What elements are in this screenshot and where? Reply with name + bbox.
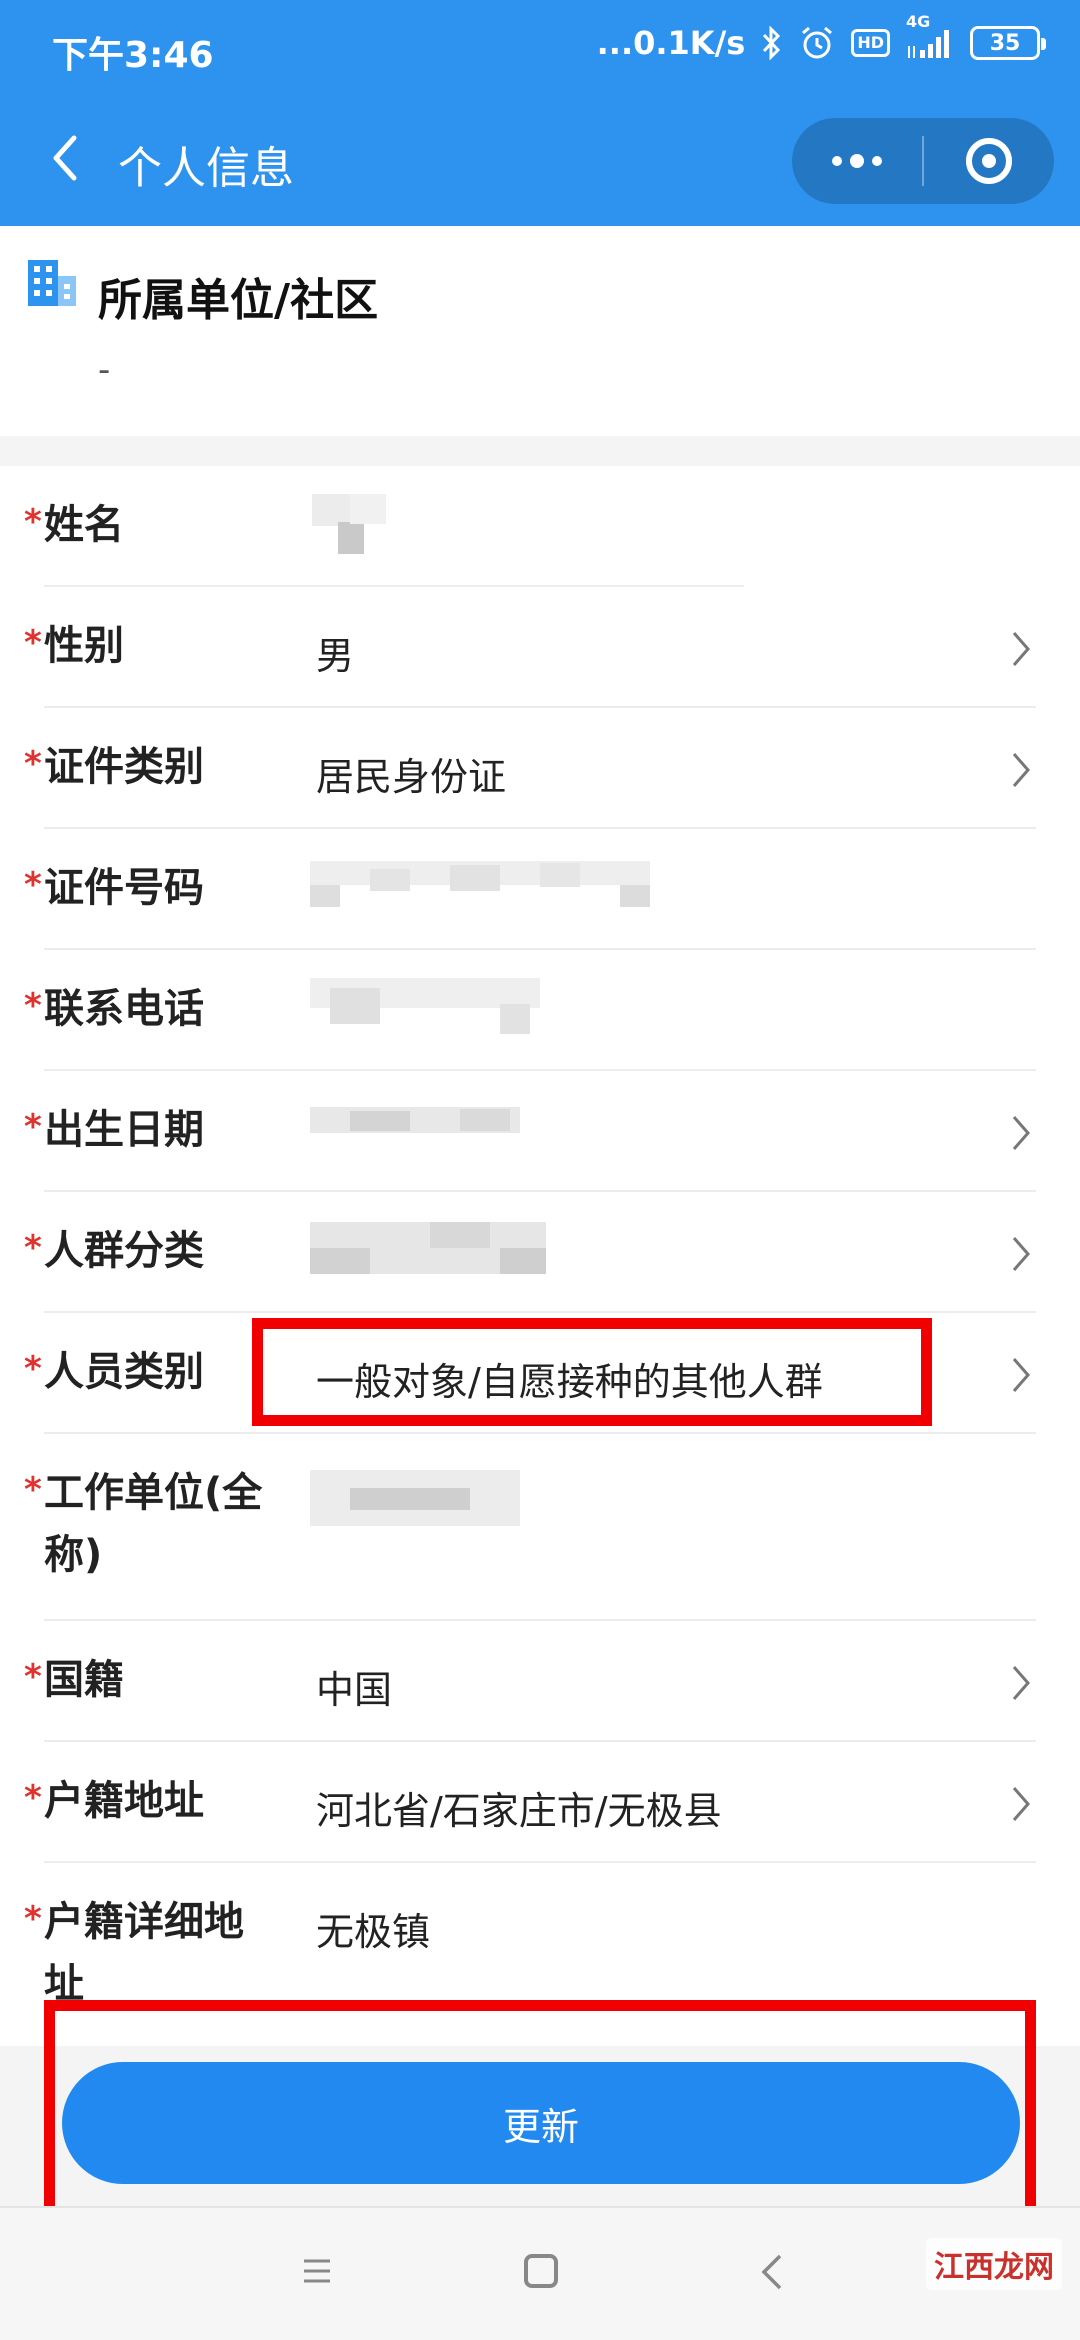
home-icon[interactable] [524, 2254, 558, 2288]
field-label: 人员类别 [44, 1349, 204, 1395]
field-gender[interactable]: * 性别 男 [0, 587, 1080, 708]
target-icon [966, 138, 1012, 184]
required-mark: * [24, 1899, 42, 1939]
unit-card: 所属单位/社区 - [0, 226, 1080, 436]
field-birth-date[interactable]: * 出生日期 [0, 1071, 1080, 1192]
chevron-right-icon [1012, 1358, 1030, 1392]
building-icon [28, 260, 76, 306]
required-mark: * [24, 1349, 42, 1389]
field-label: 证件号码 [44, 865, 204, 911]
field-value: 男 [316, 634, 355, 678]
field-label: 姓名 [44, 502, 124, 548]
chevron-right-icon [1012, 1116, 1030, 1150]
field-value: 居民身份证 [316, 755, 507, 799]
field-household-address[interactable]: * 户籍地址 河北省/石家庄市/无极县 [0, 1742, 1080, 1863]
required-mark: * [24, 1657, 42, 1697]
chevron-right-icon [1012, 632, 1030, 666]
watermark: 江西龙网 [926, 2238, 1062, 2290]
field-label: 联系电话 [44, 986, 204, 1032]
chevron-right-icon [1012, 753, 1030, 787]
required-mark: * [24, 1228, 42, 1268]
field-value: 河北省/石家庄市/无极县 [316, 1789, 722, 1833]
population-category-redacted [310, 1222, 550, 1286]
field-id-number[interactable]: * 证件号码 [0, 829, 1080, 950]
required-mark: * [24, 744, 42, 784]
field-population-category[interactable]: * 人群分类 [0, 1192, 1080, 1313]
top-bar: 下午3:46 ...0.1K/s HD 4G 35 个人信息 [0, 0, 1080, 226]
alarm-icon [799, 25, 835, 61]
field-label: 人群分类 [44, 1228, 204, 1274]
signal-label: 4G [906, 12, 931, 31]
bluetooth-icon [761, 26, 783, 60]
field-label: 工作单位(全称) [44, 1470, 263, 1578]
back-icon[interactable] [38, 128, 98, 188]
highlight-box-update-button [44, 2000, 1036, 2224]
nav-bar: 个人信息 [0, 96, 1080, 226]
status-bar: 下午3:46 ...0.1K/s HD 4G 35 [0, 0, 1080, 96]
system-nav-bar: 江西龙网 [0, 2206, 1080, 2340]
field-label: 证件类别 [44, 744, 204, 790]
field-phone[interactable]: * 联系电话 [0, 950, 1080, 1071]
field-label: 户籍详细地址 [44, 1899, 244, 2007]
status-icons: ...0.1K/s HD 4G 35 [596, 12, 1046, 62]
personal-info-form: * 姓名 * 性别 男 * 证件类别 居民身份证 * 证件号码 * 联系电话 *… [0, 466, 1080, 2046]
chevron-right-icon [1012, 1666, 1030, 1700]
field-name[interactable]: * 姓名 [0, 466, 1080, 587]
field-label: 国籍 [44, 1657, 124, 1703]
unit-title: 所属单位/社区 [98, 275, 379, 326]
field-nationality[interactable]: * 国籍 中国 [0, 1621, 1080, 1742]
network-speed: ...0.1K/s [596, 24, 746, 62]
required-mark: * [24, 1107, 42, 1147]
highlight-box-person-type [252, 1318, 932, 1426]
field-value: 中国 [316, 1668, 393, 1712]
chevron-right-icon [1012, 1787, 1030, 1821]
battery-icon: 35 [970, 26, 1046, 60]
id-number-redacted [310, 861, 660, 925]
phone-redacted [310, 978, 550, 1042]
required-mark: * [24, 865, 42, 905]
field-id-type[interactable]: * 证件类别 居民身份证 [0, 708, 1080, 829]
chevron-right-icon [1012, 1237, 1030, 1271]
field-label: 性别 [44, 623, 124, 669]
required-mark: * [24, 623, 42, 663]
menu-icon[interactable] [302, 2256, 332, 2286]
work-unit-redacted [310, 1470, 530, 1534]
close-miniprogram-button[interactable] [924, 118, 1054, 204]
status-time: 下午3:46 [52, 35, 214, 76]
name-value-redacted [310, 494, 390, 558]
unit-value: - [98, 350, 111, 390]
field-value: 无极镇 [316, 1910, 431, 1954]
system-back-icon[interactable] [760, 2252, 784, 2292]
miniprogram-capsule [792, 118, 1054, 204]
signal-icon: 4G [906, 12, 954, 60]
required-mark: * [24, 502, 42, 542]
hd-icon: HD [851, 29, 890, 57]
field-work-unit[interactable]: * 工作单位(全称) [0, 1434, 1080, 1621]
field-label: 户籍地址 [44, 1778, 204, 1824]
required-mark: * [24, 986, 42, 1026]
required-mark: * [24, 1470, 42, 1510]
more-button[interactable] [792, 118, 922, 204]
birth-date-redacted [310, 1107, 530, 1171]
field-label: 出生日期 [44, 1107, 204, 1153]
page-title: 个人信息 [118, 143, 294, 194]
required-mark: * [24, 1778, 42, 1818]
